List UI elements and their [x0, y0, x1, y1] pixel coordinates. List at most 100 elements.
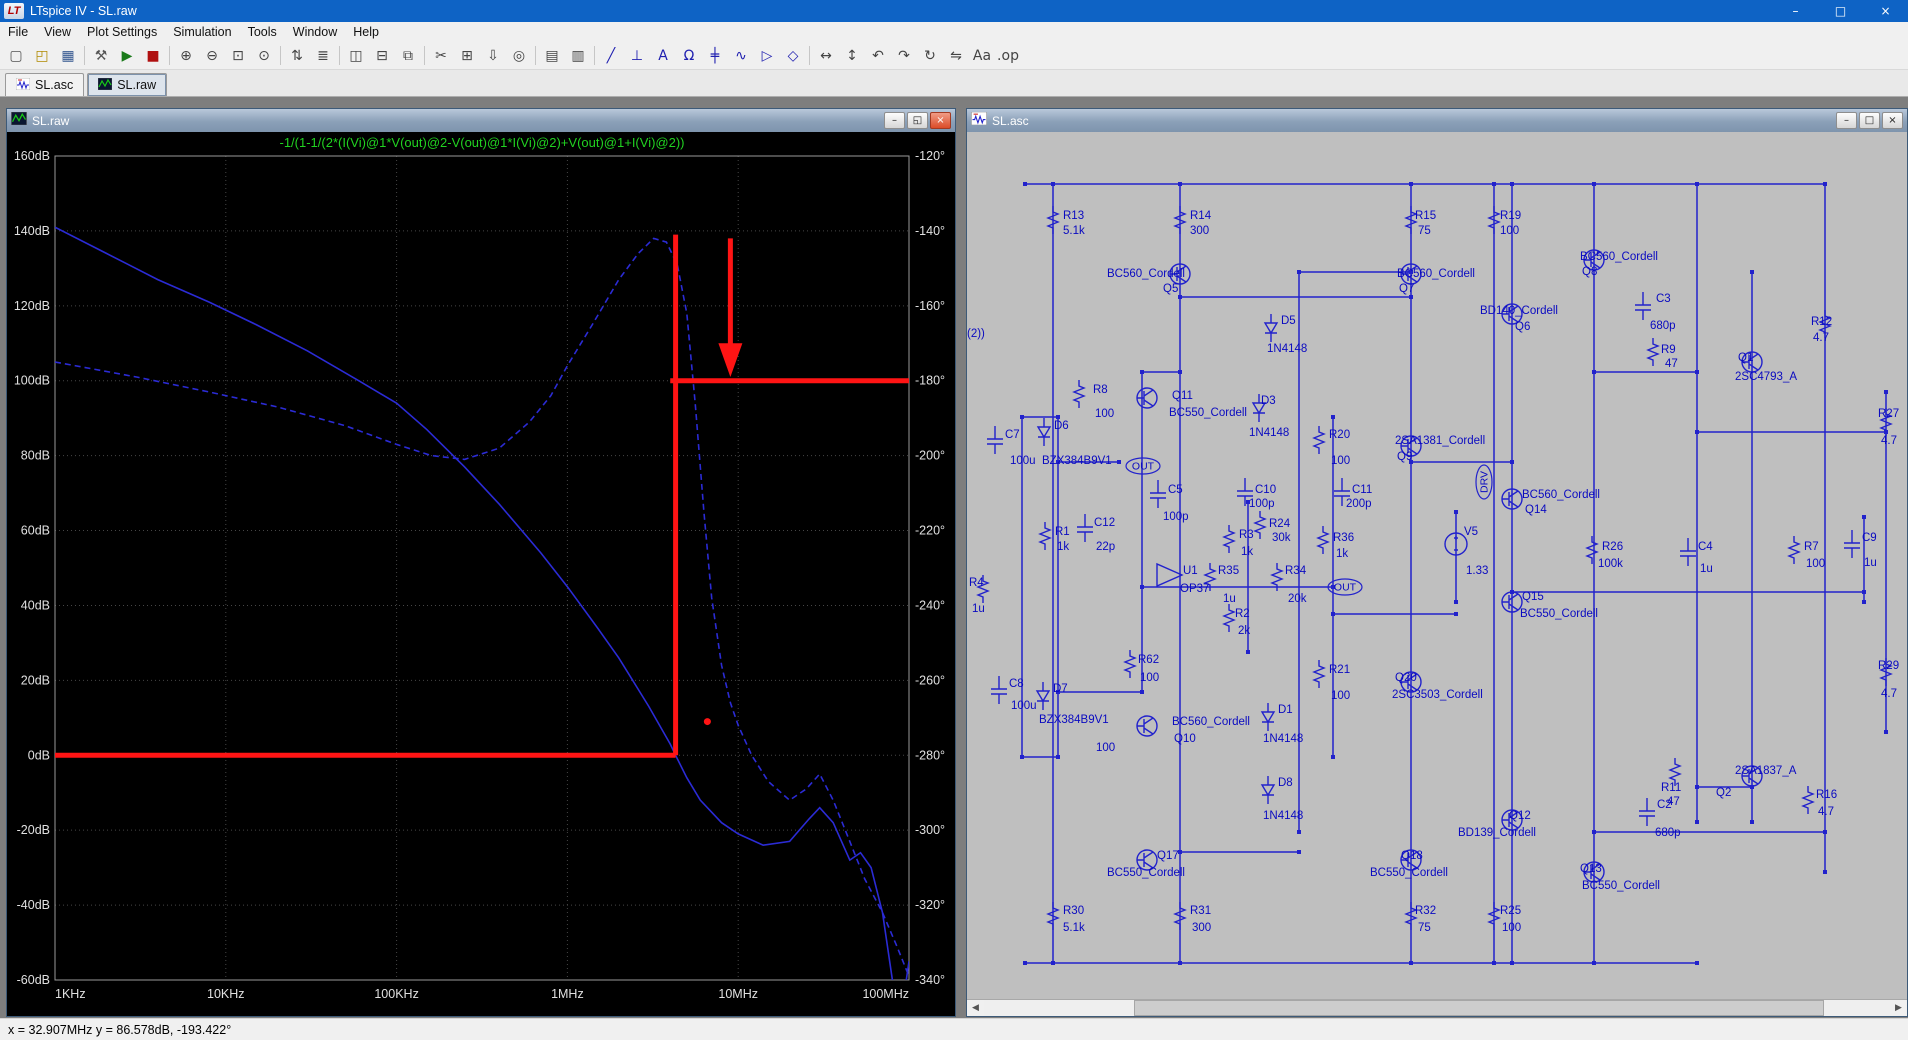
component-label[interactable]: 1u [1223, 593, 1236, 605]
component-label[interactable]: 100 [1806, 558, 1825, 570]
component-label[interactable]: Q8 [1582, 266, 1597, 278]
print-preview-icon[interactable]: ▤ [540, 44, 564, 67]
drag-icon[interactable]: ↕ [840, 44, 864, 67]
component-label[interactable]: 1u [1700, 563, 1713, 575]
label-net-icon[interactable]: A [651, 44, 675, 67]
component-label[interactable]: Q12 [1509, 810, 1531, 822]
component-label[interactable]: 2SA1837_A [1735, 765, 1797, 777]
restore-button[interactable]: ◱ [907, 112, 928, 129]
wire-icon[interactable]: ╱ [599, 44, 623, 67]
component-label[interactable]: R29 [1878, 660, 1899, 672]
component-label[interactable]: BC560_Cordell [1522, 489, 1600, 501]
scroll-left-icon[interactable]: ◀ [967, 1000, 984, 1016]
open-icon[interactable]: ◰ [30, 44, 54, 67]
component-label[interactable]: 1N4148 [1263, 733, 1303, 745]
component-label[interactable]: R25 [1500, 905, 1521, 917]
component-label[interactable]: 75 [1418, 225, 1431, 237]
component-label[interactable]: Q13 [1580, 863, 1602, 875]
component-label[interactable]: 680p [1655, 827, 1681, 839]
component-label[interactable]: BC550_Cordell [1169, 407, 1247, 419]
component-label[interactable]: 680p [1650, 320, 1676, 332]
menu-tools[interactable]: Tools [240, 22, 285, 42]
component-label[interactable]: R31 [1190, 905, 1211, 917]
menu-help[interactable]: Help [345, 22, 387, 42]
component-label[interactable]: BC560_Cordell [1397, 268, 1475, 280]
horizontal-scrollbar[interactable]: ◀ ▶ [967, 999, 1907, 1016]
component-label[interactable]: 300 [1192, 922, 1211, 934]
component-label[interactable]: R14 [1190, 210, 1212, 222]
component-label[interactable]: R32 [1415, 905, 1436, 917]
component-label[interactable]: 100 [1140, 672, 1159, 684]
schematic-canvas[interactable]: OUT OUT DRV R13 5.1k R14 300 R15 75 R19 100 BC560_C… [967, 132, 1907, 1016]
component-label[interactable]: 4.7 [1813, 332, 1829, 344]
minimize-button[interactable]: – [1836, 112, 1857, 129]
component-label[interactable]: Q17 [1157, 850, 1179, 862]
component-label[interactable]: BD140_Cordell [1480, 305, 1558, 317]
component-label[interactable]: R30 [1063, 905, 1084, 917]
new-schematic-icon[interactable]: ▢ [4, 44, 28, 67]
component-label[interactable]: 2SA1381_Cordell [1395, 435, 1485, 447]
component-label[interactable]: V5 [1464, 526, 1478, 538]
component-label[interactable]: 100k [1598, 558, 1623, 570]
component-label[interactable]: Q14 [1525, 504, 1547, 516]
component-label[interactable]: R35 [1218, 565, 1239, 577]
scroll-right-icon[interactable]: ▶ [1890, 1000, 1907, 1016]
component-label[interactable]: 5.1k [1063, 922, 1085, 934]
component-label[interactable]: D5 [1281, 315, 1296, 327]
component-label[interactable]: 1N4148 [1263, 810, 1303, 822]
zoom-out-icon[interactable]: ⊖ [200, 44, 224, 67]
component-label[interactable]: D1 [1278, 704, 1293, 716]
component-label[interactable]: BZX384B9V1 [1042, 455, 1112, 467]
component-label[interactable]: R11 [1661, 782, 1681, 794]
zoom-full-icon[interactable]: ⊡ [226, 44, 250, 67]
text-icon[interactable]: Aa [970, 44, 994, 67]
component-label[interactable]: R4 [969, 577, 984, 589]
minimize-button[interactable]: – [884, 112, 905, 129]
component-label[interactable]: BC550_Cordell [1520, 608, 1598, 620]
maximize-button[interactable]: □ [1859, 112, 1880, 129]
resistor-icon[interactable]: Ω [677, 44, 701, 67]
component-label[interactable]: Q7 [1399, 283, 1414, 295]
capacitor-icon[interactable]: ╪ [703, 44, 727, 67]
scrollbar-track[interactable] [984, 1000, 1890, 1016]
menu-plot-settings[interactable]: Plot Settings [79, 22, 165, 42]
component-label[interactable]: 100 [1500, 225, 1519, 237]
print-icon[interactable]: ▥ [566, 44, 590, 67]
inductor-icon[interactable]: ∿ [729, 44, 753, 67]
run-icon[interactable]: ▶ [115, 44, 139, 67]
component-label[interactable]: 1N4148 [1249, 427, 1289, 439]
component-label[interactable]: 2k [1238, 625, 1250, 637]
component-label[interactable]: 1u [972, 603, 985, 615]
component-label[interactable]: OP37 [1180, 583, 1209, 595]
component-label[interactable]: BZX384B9V1 [1039, 714, 1109, 726]
maximize-button[interactable]: □ [1818, 0, 1863, 22]
component-label[interactable]: 20k [1288, 593, 1307, 605]
close-button[interactable]: × [1863, 0, 1908, 22]
component-label[interactable]: 47 [1665, 358, 1678, 370]
component-label[interactable]: 100 [1095, 408, 1114, 420]
component-label[interactable]: BC550_Cordell [1107, 867, 1185, 879]
autorange-y-icon[interactable]: ⇅ [285, 44, 309, 67]
component-label[interactable]: 4.7 [1881, 435, 1897, 447]
component-label[interactable]: Q18 [1401, 850, 1423, 862]
component-label[interactable]: R36 [1333, 532, 1354, 544]
control-panel-icon[interactable]: ⚒ [89, 44, 113, 67]
spice-directive-icon[interactable]: .op [996, 44, 1020, 67]
component-label[interactable]: R20 [1329, 429, 1350, 441]
component-label[interactable]: R21 [1329, 664, 1350, 676]
component-label[interactable]: C8 [1009, 678, 1024, 690]
component-label[interactable]: BC560_Cordell [1172, 716, 1250, 728]
component-label[interactable]: C3 [1656, 293, 1671, 305]
component-label[interactable]: R34 [1285, 565, 1307, 577]
component-label[interactable]: 300 [1190, 225, 1209, 237]
cascade-windows-icon[interactable]: ⧉ [396, 44, 420, 67]
paste-icon[interactable]: ⇩ [481, 44, 505, 67]
menu-view[interactable]: View [36, 22, 79, 42]
zoom-back-icon[interactable]: ⊙ [252, 44, 276, 67]
save-icon[interactable]: ▦ [56, 44, 80, 67]
component-label[interactable]: 200p [1346, 498, 1372, 510]
component-label[interactable]: 100u [1011, 700, 1037, 712]
component-label[interactable]: Q9 [1397, 451, 1412, 463]
component-label[interactable]: BC560_Cordell [1107, 268, 1185, 280]
component-label[interactable]: BD139_Cordell [1458, 827, 1536, 839]
